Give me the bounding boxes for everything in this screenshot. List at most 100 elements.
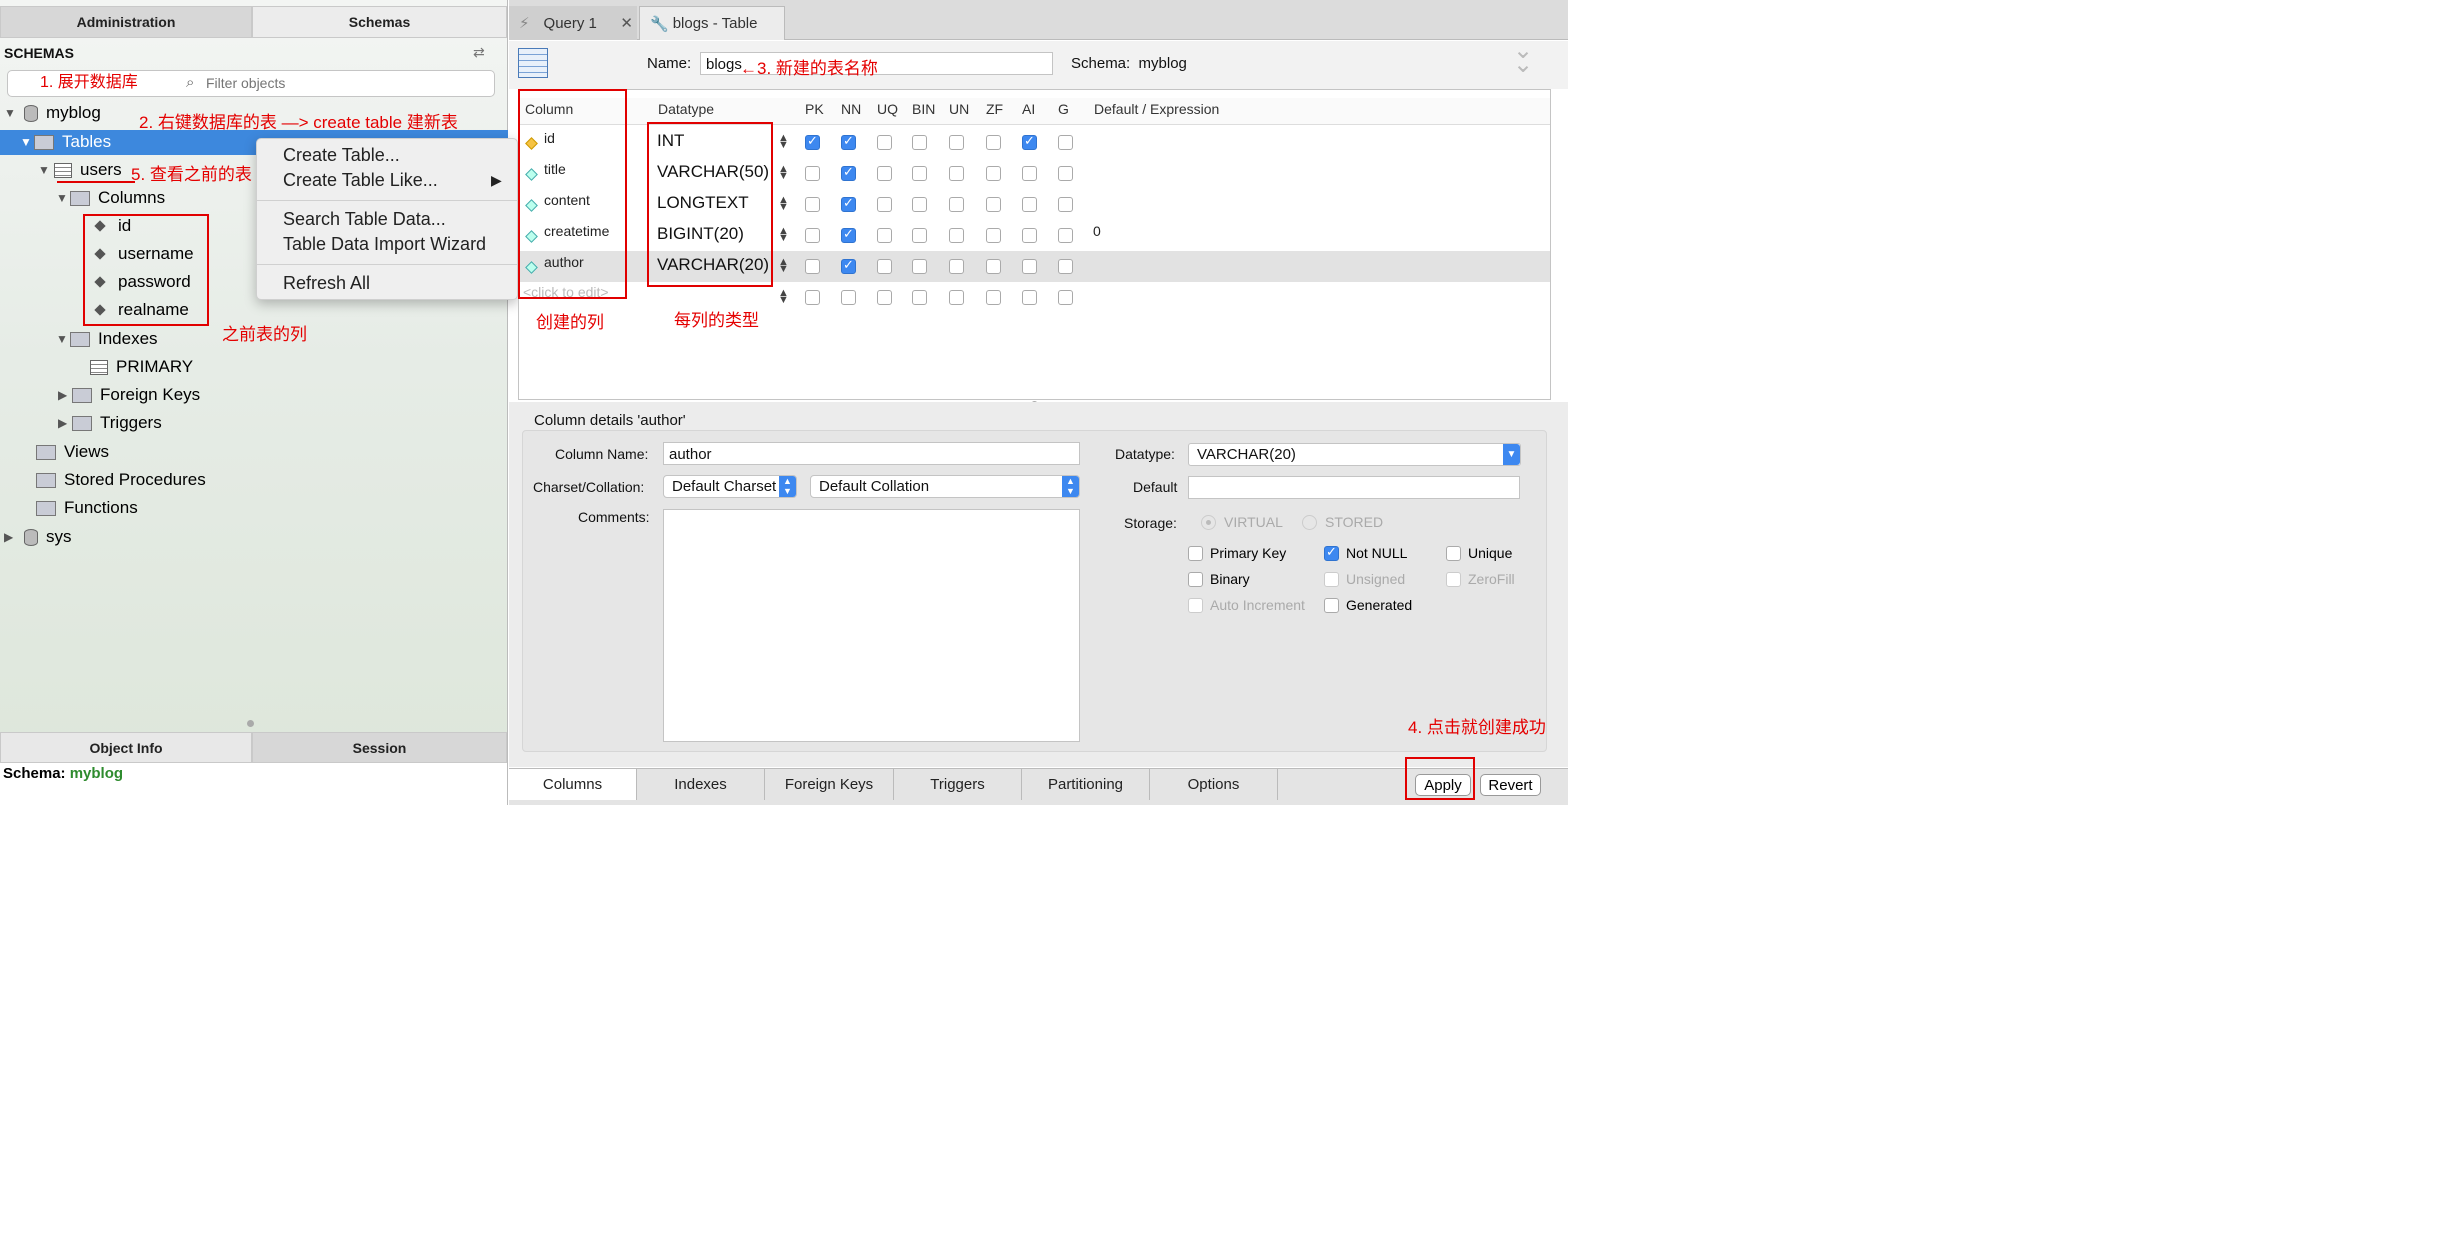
flag-checkbox[interactable]	[949, 228, 964, 243]
tree-item-sys[interactable]: ▶ sys	[4, 524, 72, 550]
flag-checkbox[interactable]	[1058, 197, 1073, 212]
flag-checkbox[interactable]	[841, 195, 856, 212]
flag-checkbox[interactable]	[912, 197, 927, 212]
stepper-icon[interactable]: ▲ ▼	[778, 288, 789, 306]
column-name-input[interactable]: author	[663, 442, 1080, 465]
stepper-icon[interactable]: ▲ ▼	[778, 133, 789, 151]
stepper-icon[interactable]: ▲ ▼	[778, 195, 789, 213]
tree-item-myblog[interactable]: ▼ myblog	[4, 100, 101, 126]
checkbox[interactable]	[1188, 597, 1203, 613]
charset-select[interactable]: Default Charset ▲ ▼	[663, 475, 797, 498]
flag-checkbox[interactable]	[912, 290, 927, 305]
tree-item-columns[interactable]: ▼ Columns	[56, 185, 165, 211]
flag-checkbox[interactable]	[805, 290, 820, 305]
default-cell[interactable]: 0	[1093, 223, 1101, 239]
flag-checkbox[interactable]	[805, 197, 820, 212]
tree-item-stored-procedures[interactable]: Stored Procedures	[36, 467, 206, 493]
flag-checkbox[interactable]	[1058, 259, 1073, 274]
option-binary[interactable]: Binary	[1188, 571, 1250, 587]
flag-checkbox[interactable]	[1022, 290, 1037, 305]
splitter-handle[interactable]	[247, 720, 254, 727]
expand-arrow-icon[interactable]: ▼	[56, 332, 70, 346]
tab-partitioning[interactable]: Partitioning	[1022, 769, 1150, 800]
flag-checkbox[interactable]	[841, 133, 856, 150]
flag-checkbox[interactable]	[1022, 197, 1037, 212]
flag-checkbox[interactable]	[805, 228, 820, 243]
flag-checkbox[interactable]	[912, 259, 927, 274]
option-unique[interactable]: Unique	[1446, 545, 1512, 561]
filter-input[interactable]	[206, 75, 466, 91]
header-zf[interactable]: ZF	[986, 101, 1003, 117]
datatype-select[interactable]: VARCHAR(20) ▼	[1188, 443, 1521, 466]
option-generated[interactable]: Generated	[1324, 597, 1412, 613]
option-zerofill[interactable]: ZeroFill	[1446, 571, 1515, 587]
flag-checkbox[interactable]	[1058, 290, 1073, 305]
flag-checkbox[interactable]	[805, 133, 820, 150]
storage-virtual-radio[interactable]: VIRTUAL	[1201, 514, 1283, 530]
tree-item-tables[interactable]: ▼ Tables	[20, 129, 111, 155]
header-pk[interactable]: PK	[805, 101, 824, 117]
flag-checkbox[interactable]	[877, 135, 892, 150]
tree-item-functions[interactable]: Functions	[36, 495, 138, 521]
stepper-icon[interactable]: ▲ ▼	[778, 257, 789, 275]
expand-arrow-icon[interactable]: ▶	[58, 388, 72, 402]
flag-checkbox[interactable]	[1022, 259, 1037, 274]
tab-session[interactable]: Session	[252, 732, 507, 763]
checkbox[interactable]	[1446, 545, 1461, 561]
tree-item-triggers[interactable]: ▶ Triggers	[58, 410, 162, 436]
header-bin[interactable]: BIN	[912, 101, 935, 117]
flag-checkbox[interactable]	[877, 166, 892, 181]
flag-checkbox[interactable]	[986, 135, 1001, 150]
flag-checkbox[interactable]	[949, 166, 964, 181]
stepper-icon[interactable]: ▲ ▼	[778, 226, 789, 244]
flag-checkbox[interactable]	[912, 166, 927, 181]
revert-button[interactable]: Revert	[1480, 774, 1541, 796]
collapse-chevron-icon[interactable]: ⌄ ⌄	[1513, 39, 1533, 77]
option-unsigned[interactable]: Unsigned	[1324, 571, 1405, 587]
tree-item-foreign-keys[interactable]: ▶ Foreign Keys	[58, 382, 200, 408]
menu-item-create-table-like[interactable]: Create Table Like...	[283, 170, 438, 191]
option-auto-increment[interactable]: Auto Increment	[1188, 597, 1305, 613]
header-datatype[interactable]: Datatype	[658, 101, 714, 117]
expand-arrow-icon[interactable]: ▶	[4, 530, 18, 544]
flag-checkbox[interactable]	[949, 135, 964, 150]
tree-item-column[interactable]: realname	[94, 297, 189, 323]
tree-item-column[interactable]: password	[94, 269, 191, 295]
flag-checkbox[interactable]	[1022, 228, 1037, 243]
menu-item-search-table-data[interactable]: Search Table Data...	[283, 209, 446, 230]
storage-stored-radio[interactable]: STORED	[1302, 514, 1383, 530]
menu-item-create-table[interactable]: Create Table...	[283, 145, 400, 166]
flag-checkbox[interactable]	[1022, 166, 1037, 181]
checkbox[interactable]	[1446, 571, 1461, 587]
header-g[interactable]: G	[1058, 101, 1069, 117]
refresh-icon[interactable]: ⇄	[473, 44, 485, 61]
menu-item-import-wizard[interactable]: Table Data Import Wizard	[283, 234, 486, 255]
tab-foreign-keys[interactable]: Foreign Keys	[765, 769, 894, 800]
header-un[interactable]: UN	[949, 101, 969, 117]
tab-columns[interactable]: Columns	[509, 769, 637, 800]
stepper-icon[interactable]: ▲ ▼	[778, 164, 789, 182]
checkbox[interactable]	[1324, 544, 1339, 561]
tab-options[interactable]: Options	[1150, 769, 1278, 800]
flag-checkbox[interactable]	[877, 197, 892, 212]
tab-object-info[interactable]: Object Info	[0, 732, 252, 763]
tree-item-users[interactable]: ▼ users	[38, 157, 122, 183]
tab-blogs-table[interactable]: 🔧 blogs - Table	[639, 6, 785, 40]
flag-checkbox[interactable]	[1022, 133, 1037, 150]
header-uq[interactable]: UQ	[877, 101, 898, 117]
option-primary-key[interactable]: Primary Key	[1188, 545, 1286, 561]
flag-checkbox[interactable]	[877, 259, 892, 274]
expand-arrow-icon[interactable]: ▼	[56, 191, 70, 205]
tab-schemas[interactable]: Schemas	[252, 6, 507, 38]
tree-item-views[interactable]: Views	[36, 439, 109, 465]
flag-checkbox[interactable]	[949, 197, 964, 212]
flag-checkbox[interactable]	[986, 259, 1001, 274]
expand-arrow-icon[interactable]: ▼	[4, 106, 18, 120]
flag-checkbox[interactable]	[841, 257, 856, 274]
menu-item-refresh-all[interactable]: Refresh All	[283, 273, 370, 294]
flag-checkbox[interactable]	[877, 228, 892, 243]
tab-triggers[interactable]: Triggers	[894, 769, 1022, 800]
tree-item-indexes[interactable]: ▼ Indexes	[56, 326, 158, 352]
expand-arrow-icon[interactable]: ▼	[38, 163, 52, 177]
flag-checkbox[interactable]	[1058, 228, 1073, 243]
